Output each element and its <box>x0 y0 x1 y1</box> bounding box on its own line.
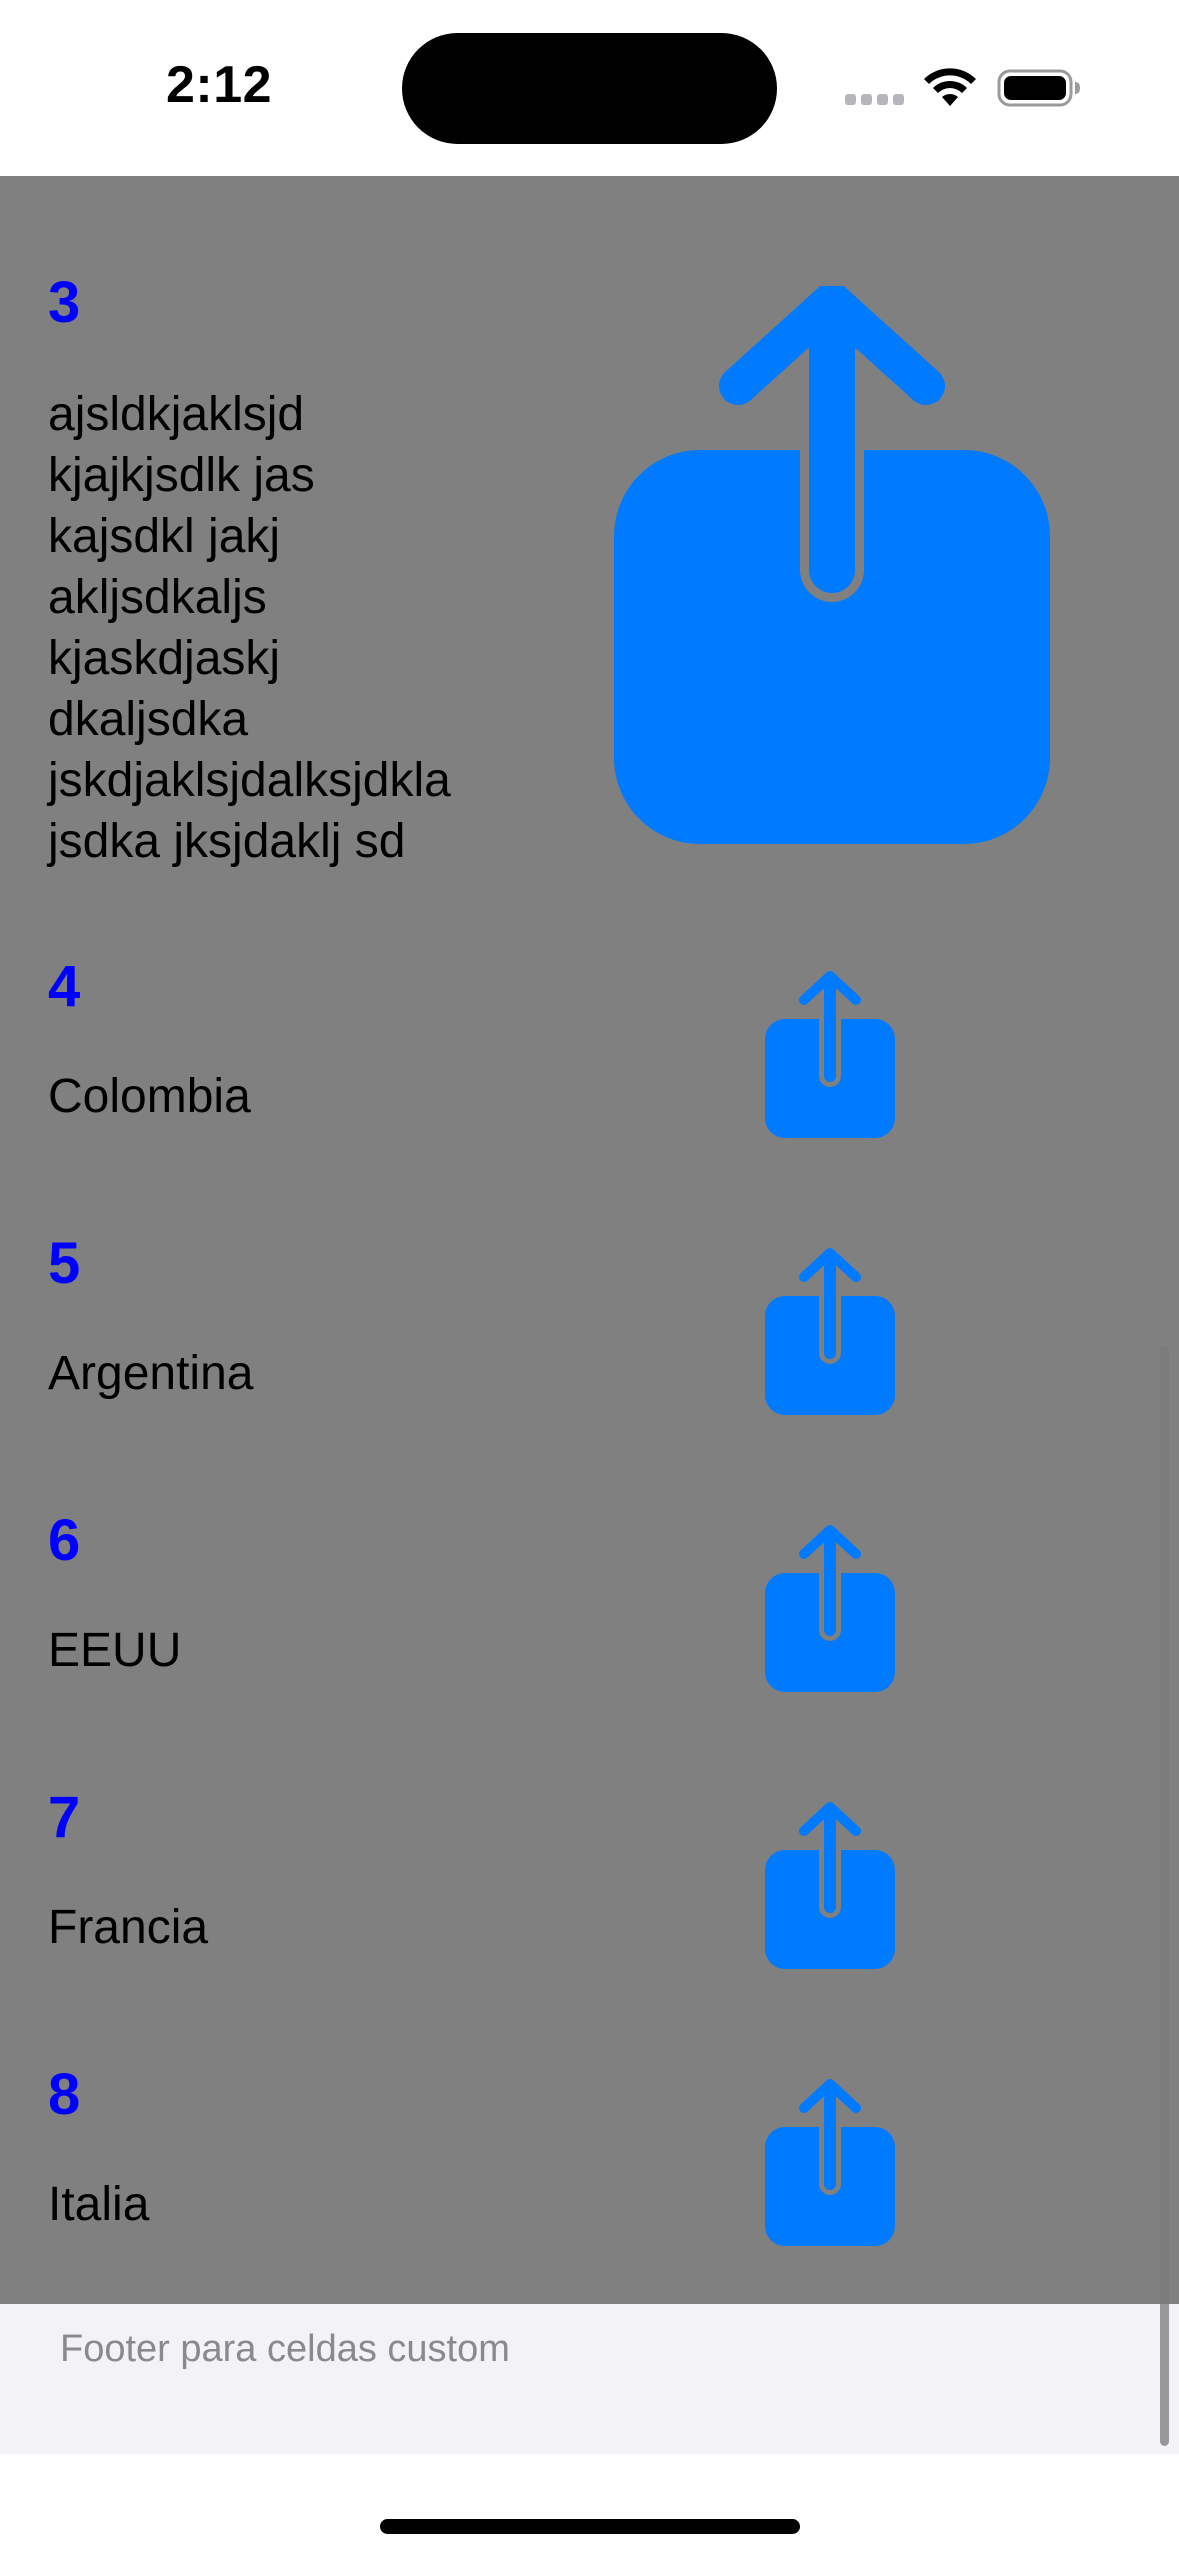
status-time: 2:12 <box>166 56 273 114</box>
cell-text: Francia <box>48 1901 209 1954</box>
share-icon[interactable] <box>764 2078 896 2248</box>
table-row[interactable]: 7 Francia <box>0 1747 1179 2024</box>
scroll-indicator[interactable] <box>1160 1346 1169 2446</box>
table-row[interactable]: 4 Colombia <box>0 916 1179 1193</box>
cell-number: 3 <box>48 270 81 335</box>
table-row[interactable]: 8 Italia <box>0 2024 1179 2304</box>
share-icon[interactable] <box>764 1801 896 1971</box>
custom-cells-table[interactable]: 3 ajsldkjaklsjd kjajkjsdlk jas kajsdkl j… <box>0 176 1179 2304</box>
share-icon[interactable] <box>764 970 896 1140</box>
share-icon[interactable] <box>612 286 1052 846</box>
section-footer: Footer para celdas custom <box>0 2304 1179 2454</box>
table-row[interactable]: 5 Argentina <box>0 1193 1179 1470</box>
cell-number: 5 <box>48 1231 81 1296</box>
cell-text: Italia <box>48 2178 150 2231</box>
cell-number: 8 <box>48 2062 81 2127</box>
dynamic-island <box>402 33 777 144</box>
cell-text: ajsldkjaklsjd kjajkjsdlk jas kajsdkl jak… <box>48 388 451 868</box>
cell-number: 7 <box>48 1785 81 1850</box>
cellular-signal-icon <box>845 94 905 106</box>
battery-icon <box>997 69 1080 107</box>
table-row[interactable]: 6 EEUU <box>0 1470 1179 1747</box>
cell-text: Argentina <box>48 1347 254 1400</box>
cell-text: Colombia <box>48 1070 251 1123</box>
share-icon[interactable] <box>764 1524 896 1694</box>
screen: 2:12 3 ajsldkjaklsjd kjajkjsdlk jas kajs… <box>0 0 1179 2556</box>
cell-text: EEUU <box>48 1624 182 1677</box>
wifi-icon <box>924 68 976 106</box>
status-bar: 2:12 <box>0 0 1179 176</box>
table-row[interactable]: 3 ajsldkjaklsjd kjajkjsdlk jas kajsdkl j… <box>0 176 1179 916</box>
cell-number: 4 <box>48 954 81 1019</box>
home-area <box>0 2454 1179 2556</box>
footer-text: Footer para celdas custom <box>60 2328 510 2370</box>
share-icon[interactable] <box>764 1247 896 1417</box>
cell-number: 6 <box>48 1508 81 1573</box>
home-indicator[interactable] <box>380 2519 800 2534</box>
